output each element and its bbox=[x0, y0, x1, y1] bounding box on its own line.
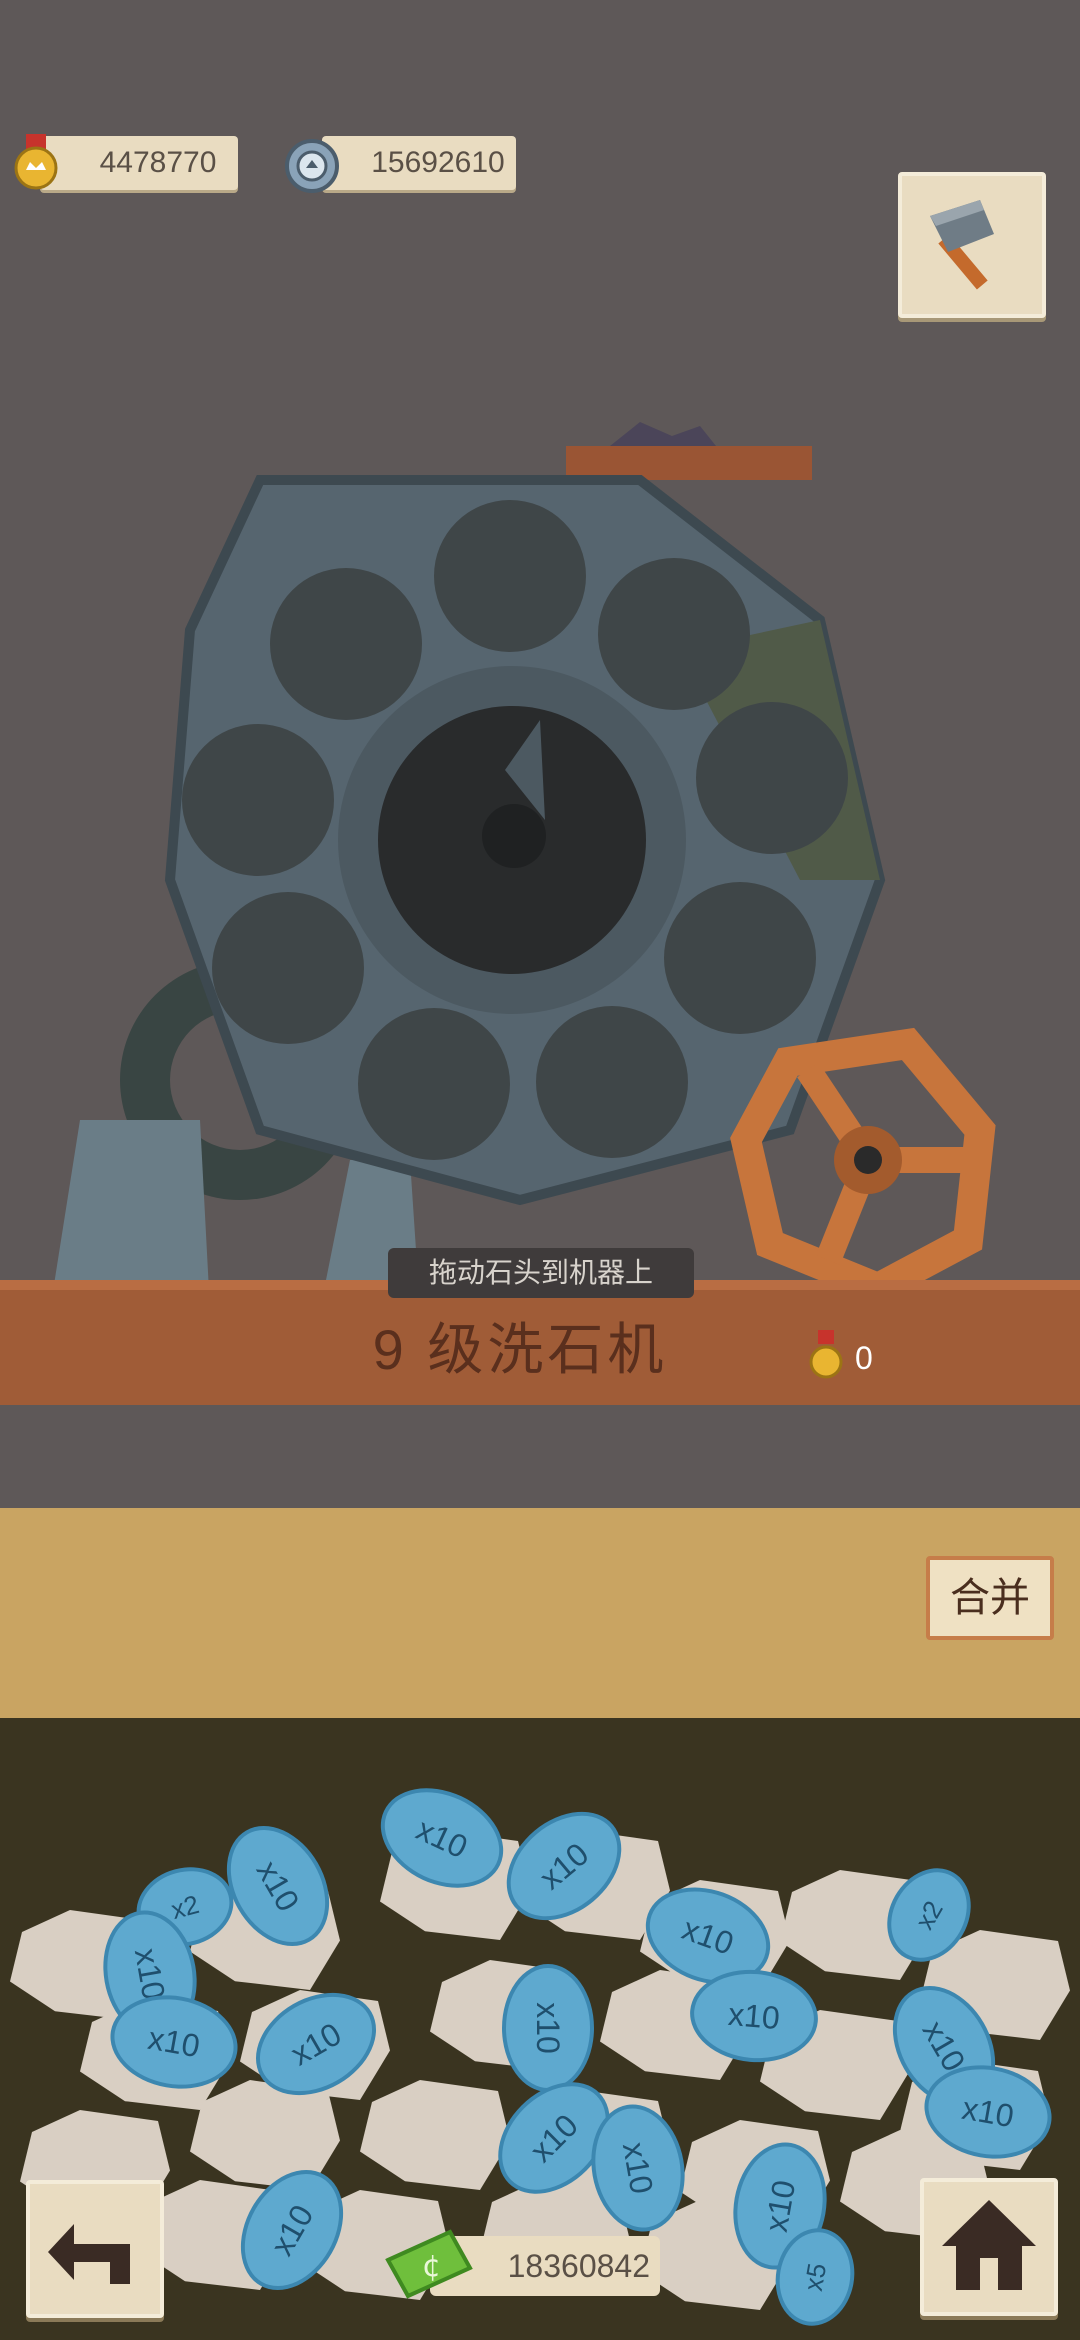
stone-box-back bbox=[0, 1508, 1080, 1718]
back-button[interactable] bbox=[26, 2180, 164, 2318]
upgrade-cost-medal-icon bbox=[809, 1330, 843, 1379]
medal-counter: 4478770 bbox=[40, 136, 238, 190]
gem-count: 15692610 bbox=[371, 146, 505, 179]
hammer-icon bbox=[930, 200, 994, 290]
medal-count: 4478770 bbox=[99, 146, 217, 179]
gem-icon bbox=[285, 139, 339, 193]
svg-text:¢: ¢ bbox=[422, 2249, 441, 2284]
back-arrow-icon bbox=[48, 2224, 130, 2284]
merge-button[interactable]: 合并 bbox=[926, 1556, 1054, 1640]
stone-washer-machine[interactable] bbox=[0, 400, 1080, 1320]
cash-icon: ¢ bbox=[385, 2229, 473, 2299]
home-icon bbox=[942, 2200, 1036, 2290]
craft-tool-button[interactable] bbox=[898, 172, 1046, 318]
drag-hint: 拖动石头到机器上 bbox=[388, 1248, 694, 1298]
home-button[interactable] bbox=[920, 2178, 1058, 2316]
gem-counter: 15692610 bbox=[322, 136, 516, 190]
medal-icon bbox=[14, 134, 58, 190]
multiplier-tag[interactable]: x10 bbox=[502, 1964, 594, 2092]
machine-level-title: 9 级洗石机 bbox=[372, 1318, 668, 1381]
upgrade-cost: 0 bbox=[855, 1340, 873, 1376]
